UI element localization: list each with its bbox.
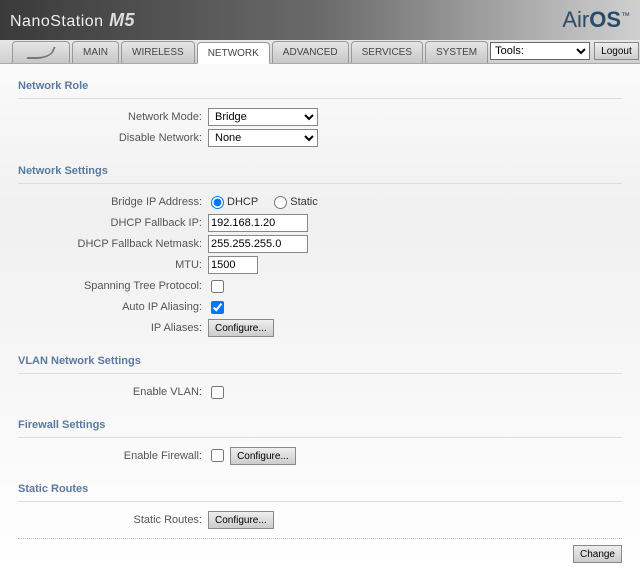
- product-name: NanoStation M5: [10, 10, 135, 31]
- label-dhcp-fallback-ip: DHCP Fallback IP:: [18, 217, 208, 229]
- configure-label: Configure...: [215, 515, 267, 526]
- section-network-settings: Network Settings: [18, 165, 622, 177]
- configure-label: Configure...: [215, 323, 267, 334]
- tab-main[interactable]: MAIN: [72, 41, 119, 63]
- tab-network-label: NETWORK: [208, 48, 259, 59]
- section-firewall-settings: Firewall Settings: [18, 419, 622, 431]
- row-auto-ip: Auto IP Aliasing:: [18, 297, 622, 317]
- row-ip-aliases: IP Aliases: Configure...: [18, 318, 622, 338]
- change-button[interactable]: Change: [573, 545, 622, 563]
- logout-button[interactable]: Logout: [594, 42, 639, 60]
- section-vlan-settings: VLAN Network Settings: [18, 355, 622, 367]
- label-ip-aliases: IP Aliases:: [18, 322, 208, 334]
- label-static-routes: Static Routes:: [18, 514, 208, 526]
- tab-services-label: SERVICES: [362, 47, 412, 58]
- row-stp: Spanning Tree Protocol:: [18, 276, 622, 296]
- tab-advanced-label: ADVANCED: [283, 47, 338, 58]
- section-network-role: Network Role: [18, 80, 622, 92]
- mtu-input[interactable]: [208, 256, 258, 274]
- label-dhcp-fallback-netmask: DHCP Fallback Netmask:: [18, 238, 208, 250]
- row-static-routes: Static Routes: Configure...: [18, 510, 622, 530]
- tab-wireless[interactable]: WIRELESS: [121, 41, 195, 63]
- tab-services[interactable]: SERVICES: [351, 41, 423, 63]
- auto-ip-checkbox[interactable]: [211, 301, 224, 314]
- brand-os: OS: [589, 7, 621, 32]
- divider: [18, 501, 622, 502]
- logout-label: Logout: [601, 46, 632, 57]
- brand-tm: ™: [621, 11, 630, 21]
- row-enable-vlan: Enable VLAN:: [18, 382, 622, 402]
- content: Network Role Network Mode: Bridge Disabl…: [0, 64, 640, 571]
- label-mtu: MTU:: [18, 259, 208, 271]
- section-static-routes: Static Routes: [18, 483, 622, 495]
- product-name-b: M5: [104, 10, 136, 30]
- row-dhcp-fallback-ip: DHCP Fallback IP:: [18, 213, 622, 233]
- label-enable-firewall: Enable Firewall:: [18, 450, 208, 462]
- disable-network-select[interactable]: None: [208, 129, 318, 147]
- configure-label: Configure...: [237, 451, 289, 462]
- row-disable-network: Disable Network: None: [18, 128, 622, 148]
- tools-select[interactable]: Tools:: [490, 42, 590, 60]
- bridge-ip-static-radio[interactable]: [274, 196, 287, 209]
- dhcp-fallback-ip-input[interactable]: [208, 214, 308, 232]
- enable-vlan-checkbox[interactable]: [211, 386, 224, 399]
- toolbar-right: Tools: Logout: [490, 39, 640, 63]
- bridge-ip-dhcp-label: DHCP: [227, 196, 258, 208]
- label-disable-network: Disable Network:: [18, 132, 208, 144]
- enable-firewall-checkbox[interactable]: [211, 449, 224, 462]
- tab-system[interactable]: SYSTEM: [425, 41, 488, 63]
- label-bridge-ip: Bridge IP Address:: [18, 196, 208, 208]
- row-network-mode: Network Mode: Bridge: [18, 107, 622, 127]
- brand-air: Air: [562, 7, 589, 32]
- static-routes-configure-button[interactable]: Configure...: [208, 511, 274, 529]
- row-mtu: MTU:: [18, 255, 622, 275]
- label-network-mode: Network Mode:: [18, 111, 208, 123]
- label-enable-vlan: Enable VLAN:: [18, 386, 208, 398]
- label-auto-ip: Auto IP Aliasing:: [18, 301, 208, 313]
- ubnt-logo-icon: [26, 47, 56, 59]
- row-dhcp-fallback-netmask: DHCP Fallback Netmask:: [18, 234, 622, 254]
- bridge-ip-dhcp-radio[interactable]: [211, 196, 224, 209]
- brand-logo: AirOS™: [562, 7, 630, 33]
- tab-logo[interactable]: [12, 41, 70, 63]
- stp-checkbox[interactable]: [211, 280, 224, 293]
- tab-network[interactable]: NETWORK: [197, 42, 270, 64]
- product-name-a: NanoStation: [10, 13, 104, 30]
- dhcp-fallback-netmask-input[interactable]: [208, 235, 308, 253]
- footer: Change: [18, 538, 622, 563]
- divider: [18, 183, 622, 184]
- divider: [18, 437, 622, 438]
- bridge-ip-static-label: Static: [290, 196, 318, 208]
- network-mode-select[interactable]: Bridge: [208, 108, 318, 126]
- tab-main-label: MAIN: [83, 47, 108, 58]
- divider: [18, 373, 622, 374]
- tab-advanced[interactable]: ADVANCED: [272, 41, 349, 63]
- tab-bar: MAIN WIRELESS NETWORK ADVANCED SERVICES …: [0, 40, 640, 64]
- tab-wireless-label: WIRELESS: [132, 47, 184, 58]
- tab-system-label: SYSTEM: [436, 47, 477, 58]
- divider: [18, 98, 622, 99]
- row-enable-firewall: Enable Firewall: Configure...: [18, 446, 622, 466]
- firewall-configure-button[interactable]: Configure...: [230, 447, 296, 465]
- change-label: Change: [580, 549, 615, 560]
- label-stp: Spanning Tree Protocol:: [18, 280, 208, 292]
- row-bridge-ip: Bridge IP Address: DHCP Static: [18, 192, 622, 212]
- header-bar: NanoStation M5 AirOS™: [0, 0, 640, 40]
- ip-aliases-configure-button[interactable]: Configure...: [208, 319, 274, 337]
